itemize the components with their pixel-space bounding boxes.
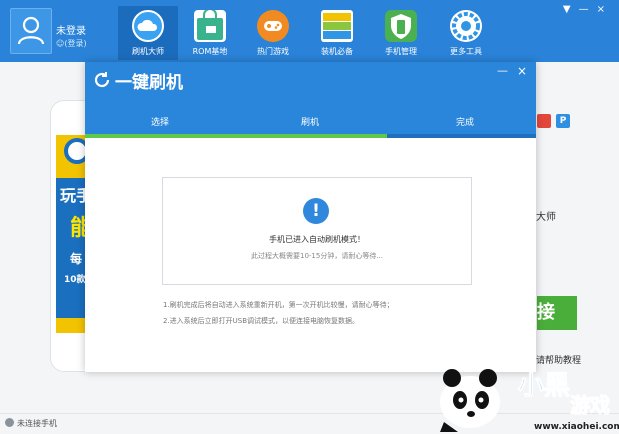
minimize-button[interactable]: — xyxy=(579,4,597,15)
watermark-logo: 小黑 游戏 www.xiaohei.com xyxy=(440,369,619,432)
window-controls[interactable]: ▼—× xyxy=(563,4,613,15)
step-flash: 刷机 xyxy=(300,118,319,128)
shopping-bag-icon xyxy=(194,8,226,42)
message-title: 手机已进入自动刷机模式！ xyxy=(269,235,365,244)
message-box: ! 手机已进入自动刷机模式！ 此过程大概需要10-15分钟，请耐心等待... xyxy=(162,177,472,285)
user-icon xyxy=(17,16,45,45)
master-label: 大师 xyxy=(536,212,556,223)
dialog-header: 一键刷机 — × 选择 刷机 完成 xyxy=(85,62,536,138)
user-name: 未登录 xyxy=(56,26,86,37)
promo-text: 10款 xyxy=(64,275,86,285)
p-icon[interactable]: P xyxy=(556,114,570,128)
nav-flash-master[interactable]: 刷机大师 xyxy=(118,6,178,60)
refresh-icon xyxy=(94,72,110,88)
nav-label: 手机管理 xyxy=(385,47,417,56)
watermark-text-2: 游戏 xyxy=(570,393,610,417)
nav-label: 刷机大师 xyxy=(132,47,164,56)
close-button[interactable]: × xyxy=(597,4,613,15)
gamepad-icon xyxy=(257,10,289,42)
promo-text: 每 xyxy=(70,252,83,266)
exclamation-icon: ! xyxy=(303,198,329,224)
shield-icon xyxy=(385,10,417,42)
avatar[interactable] xyxy=(10,8,52,54)
cloud-icon xyxy=(132,10,164,42)
nav-label: 装机必备 xyxy=(321,47,353,56)
login-link-label: (登录) xyxy=(64,39,87,48)
login-link[interactable]: ☺(登录) xyxy=(56,38,87,49)
note-line: 2.进入系统后立即打开USB调试模式，以便连接电脑恢复数据。 xyxy=(163,317,360,325)
message-subtitle: 此过程大概需要10-15分钟，请耐心等待... xyxy=(250,252,383,260)
nav-essential-apps[interactable]: 装机必备 xyxy=(307,6,367,60)
nav-more-tools[interactable]: 更多工具 xyxy=(436,6,496,60)
nav-hot-games[interactable]: 热门游戏 xyxy=(243,6,303,60)
gear-icon xyxy=(450,10,482,42)
flash-dialog: 一键刷机 — × 选择 刷机 完成 ! 手机已进入自动刷机模式！ 此过程大概需要… xyxy=(85,62,536,372)
dialog-title: 一键刷机 xyxy=(115,73,183,93)
dialog-minimize-button[interactable]: — xyxy=(497,64,508,77)
nav-label: 热门游戏 xyxy=(257,47,289,56)
progress-bar xyxy=(85,134,536,138)
note-line: 1.刷机完成后将自动进入系统重新开机，第一次开机比较慢，请耐心等待； xyxy=(163,301,394,309)
connect-label: 接 xyxy=(537,302,555,323)
watermark-text: 小黑 xyxy=(518,371,570,401)
apps-icon xyxy=(321,10,353,42)
dialog-close-button[interactable]: × xyxy=(517,64,527,78)
progress-fill xyxy=(85,134,388,138)
step-select: 选择 xyxy=(150,118,169,128)
nav-label: ROM基地 xyxy=(192,47,228,56)
connect-button[interactable]: 接 xyxy=(537,296,577,330)
nav-phone-manager[interactable]: 手机管理 xyxy=(371,6,431,60)
nav-rom-base[interactable]: ROM基地 xyxy=(180,6,240,60)
watermark-url: www.xiaohei.com xyxy=(534,422,619,432)
step-complete: 完成 xyxy=(455,118,474,128)
nav-label: 更多工具 xyxy=(450,47,482,56)
phone-status-icon xyxy=(5,418,14,427)
promo-panel-bottom xyxy=(56,258,86,318)
top-bar: 未登录 ☺(登录) 刷机大师 ROM基地 热门游戏 装机必备 手机管理 更多工具… xyxy=(0,0,619,62)
status-text: 未连接手机 xyxy=(17,419,57,428)
menu-button[interactable]: ▼ xyxy=(563,4,579,15)
